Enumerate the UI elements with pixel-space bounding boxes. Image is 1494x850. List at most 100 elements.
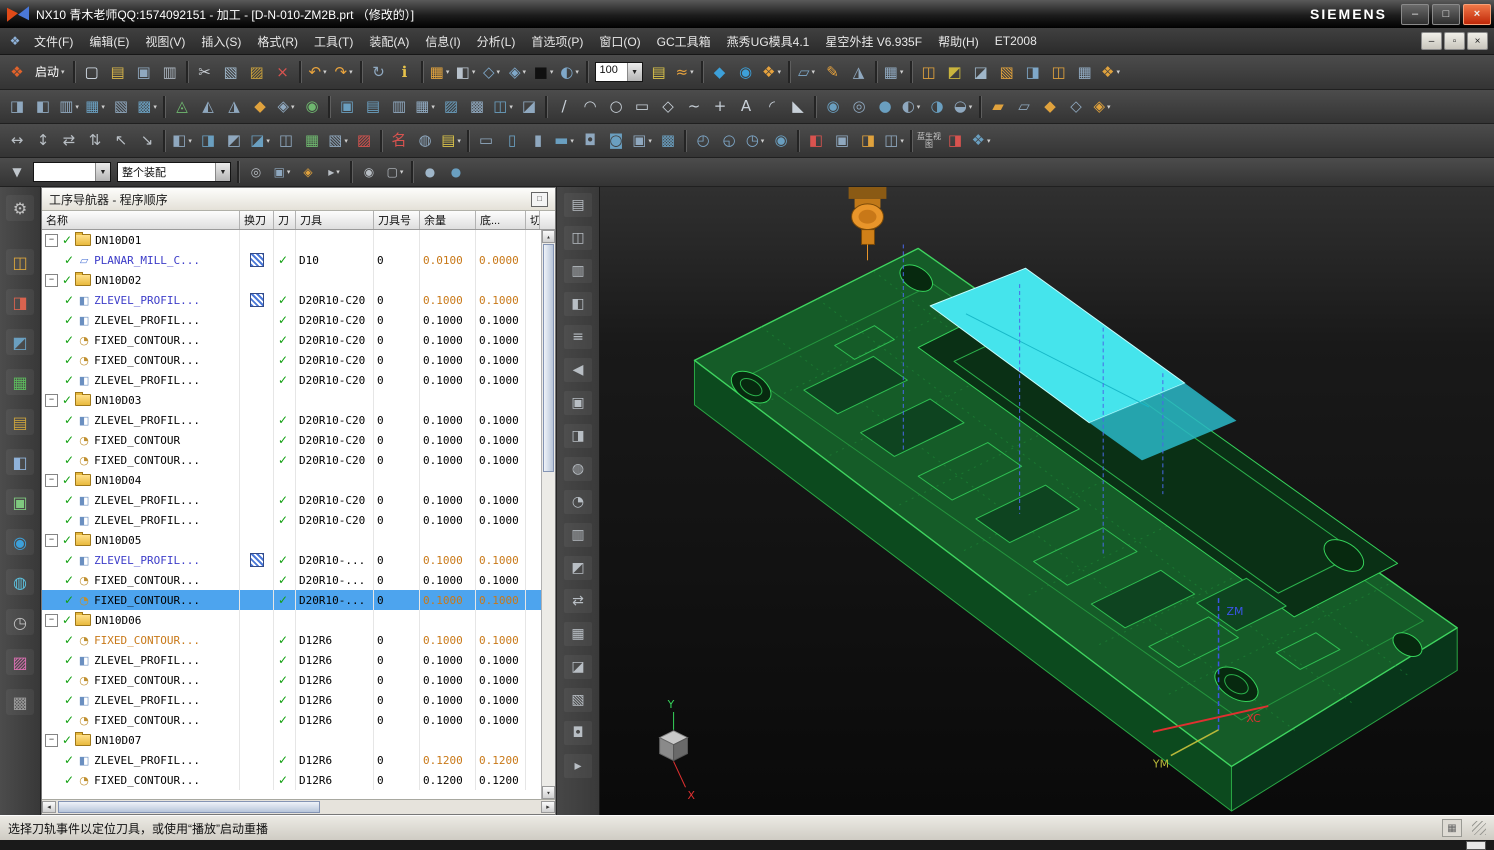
panel-tool-icon-10[interactable]: ▥ <box>564 523 592 547</box>
menu-item[interactable]: 星空外挂 V6.935F <box>817 29 930 54</box>
minimize-button[interactable]: – <box>1401 4 1429 25</box>
web-browser-icon[interactable]: ◍ <box>6 569 34 595</box>
tree-operation-row[interactable]: ✓◧ZLEVEL_PROFIL...✓D20R10-C2000.10000.10… <box>42 510 542 530</box>
operation-navigator-icon[interactable]: ▦ <box>6 369 34 395</box>
menu-item[interactable]: 装配(A) <box>361 29 417 54</box>
holder-icon[interactable]: ▣▾ <box>630 129 654 153</box>
panel-tool-icon-11[interactable]: ◩ <box>564 556 592 580</box>
menu-item[interactable]: 工具(T) <box>306 29 361 54</box>
module-icon-5[interactable]: ◨ <box>1021 60 1045 84</box>
menu-item[interactable]: 文件(F) <box>26 29 81 54</box>
maximize-button[interactable]: □ <box>1432 4 1460 25</box>
panel-tool-icon-8[interactable]: ◍ <box>564 457 592 481</box>
background-color-swatch[interactable]: ■▾ <box>532 60 556 84</box>
rotate-icon[interactable]: ◆ <box>1038 95 1062 119</box>
column-header[interactable]: 换刀 <box>240 211 274 229</box>
template-icon-1[interactable]: ◧ <box>804 129 828 153</box>
repeat-command-icon[interactable]: ↻ <box>367 60 391 84</box>
column-header[interactable]: 刀具 <box>296 211 374 229</box>
template-icon-2[interactable]: ▣ <box>830 129 854 153</box>
tree-operation-row[interactable]: ✓◧ZLEVEL_PROFIL...✓D12R600.10000.1000 <box>42 690 542 710</box>
tree-operation-row[interactable]: ✓◔FIXED_CONTOUR...✓D12R600.10000.1000 <box>42 630 542 650</box>
expander-icon[interactable]: − <box>45 474 58 487</box>
create-tool-icon[interactable]: ◭ <box>196 95 220 119</box>
horizontal-scrollbar[interactable]: ◂ ▸ <box>42 799 555 814</box>
tree-operation-row[interactable]: ✓◔FIXED_CONTOUR...✓D12R600.10000.1000 <box>42 710 542 730</box>
toolpath-list-icon[interactable]: ◫ <box>274 129 298 153</box>
scale-icon[interactable]: ▱ <box>1012 95 1036 119</box>
mdi-minimize-button[interactable]: – <box>1421 32 1442 50</box>
type-filter-combo-caret[interactable]: ▼ <box>95 163 110 181</box>
tree-operation-row[interactable]: ✓◔FIXED_CONTOUR...✓D20R10-C2000.10000.10… <box>42 450 542 470</box>
fit-view-icon[interactable]: ⇅ <box>83 129 107 153</box>
column-header[interactable]: 刀 <box>274 211 296 229</box>
polygon-tool-icon[interactable]: ◇ <box>656 95 680 119</box>
menu-item[interactable]: 插入(S) <box>193 29 249 54</box>
machine-tool-view-icon[interactable]: ▤ <box>6 409 34 435</box>
graphics-window[interactable]: ZM XC YM Y X <box>600 187 1494 815</box>
menu-item[interactable]: 首选项(P) <box>523 29 591 54</box>
vertical-scrollbar[interactable]: ▴ ▾ <box>541 230 555 799</box>
verify-toolpath-icon[interactable]: ▣ <box>335 95 359 119</box>
project-icon[interactable]: ◐▾ <box>899 95 923 119</box>
nx-app-icon[interactable]: ❖ <box>5 60 29 84</box>
interior-selection-icon[interactable]: ▣▾ <box>270 160 294 184</box>
notes-icon[interactable]: ▤▾ <box>439 129 463 153</box>
translate-icon[interactable]: ◇ <box>1064 95 1088 119</box>
fillet-tool-icon[interactable]: ◜ <box>760 95 784 119</box>
offset-icon[interactable]: ● <box>873 95 897 119</box>
navigation-gear-icon[interactable]: ⚙ <box>6 195 34 221</box>
tree-operation-row[interactable]: ✓◧ZLEVEL_PROFIL...✓D12R600.12000.1200 <box>42 750 542 770</box>
start-menu-button[interactable]: 启动▾ <box>31 60 69 84</box>
module-icon-3[interactable]: ◪ <box>969 60 993 84</box>
object-display-icon[interactable]: ◨ <box>5 95 29 119</box>
tree-operation-row[interactable]: ✓◔FIXED_CONTOUR...✓D20R10-...00.10000.10… <box>42 570 542 590</box>
move-layer-icon[interactable]: ▧ <box>109 95 133 119</box>
simulate-icon[interactable]: ▤ <box>361 95 385 119</box>
copy-icon[interactable]: ▧ <box>219 60 243 84</box>
zoom-percent-combo-caret[interactable]: ▼ <box>627 63 642 81</box>
stock-icon[interactable]: ◙ <box>604 129 628 153</box>
menu-item[interactable]: GC工具箱 <box>649 29 719 54</box>
panel-tool-icon-13[interactable]: ▦ <box>564 622 592 646</box>
scroll-left-arrow[interactable]: ◂ <box>42 801 56 813</box>
menu-item[interactable]: 帮助(H) <box>930 29 987 54</box>
orient-top-icon[interactable]: ↖ <box>109 129 133 153</box>
scroll-right-arrow[interactable]: ▸ <box>541 801 555 813</box>
zoom-view-icon[interactable]: ↕ <box>31 129 55 153</box>
range-icon[interactable]: ▬▾ <box>552 129 576 153</box>
sketch-icon[interactable]: ✎ <box>821 60 845 84</box>
highlight-related-icon[interactable]: ◎ <box>244 160 268 184</box>
feed-rates-icon[interactable]: ▩ <box>465 95 489 119</box>
tree-operation-row[interactable]: ✓◧ZLEVEL_PROFIL...✓D20R10-...00.10000.10… <box>42 550 542 570</box>
gouge-check-icon[interactable]: ◩ <box>222 129 246 153</box>
replay-icon[interactable]: ▦ <box>300 129 324 153</box>
module-icon-4[interactable]: ▧ <box>995 60 1019 84</box>
selection-filter-icon[interactable]: ▼ <box>5 160 29 184</box>
expander-icon[interactable]: − <box>45 734 58 747</box>
level-icon[interactable]: ▮ <box>526 129 550 153</box>
tree-operation-row[interactable]: ✓◧ZLEVEL_PROFIL...✓D20R10-C2000.10000.10… <box>42 370 542 390</box>
menu-item[interactable]: 燕秀UG模具4.1 <box>719 29 818 54</box>
save-icon[interactable]: ▣ <box>132 60 156 84</box>
orient-front-icon[interactable]: ↘ <box>135 129 159 153</box>
point-tool-icon[interactable]: + <box>708 95 732 119</box>
tree-operation-row[interactable]: ✓◧ZLEVEL_PROFIL...✓D20R10-C2000.10000.10… <box>42 310 542 330</box>
tree-operation-row[interactable]: ✓◔FIXED_CONTOUR...✓D12R600.12000.1200 <box>42 770 542 790</box>
list-toolpath-icon[interactable]: ▦▾ <box>413 95 437 119</box>
column-header[interactable]: 切 <box>526 211 540 229</box>
line-tool-icon[interactable]: / <box>552 95 576 119</box>
assembly-navigator-icon[interactable]: ◫ <box>6 249 34 275</box>
boundary-icon[interactable]: ▭ <box>474 129 498 153</box>
panel-tool-icon-7[interactable]: ◨ <box>564 424 592 448</box>
array-icon[interactable]: ◈▾ <box>1090 95 1114 119</box>
menu-item[interactable]: 分析(L) <box>469 29 524 54</box>
close-button[interactable]: × <box>1463 4 1491 25</box>
panel-tool-icon-15[interactable]: ▧ <box>564 688 592 712</box>
cut-level-icon[interactable]: ◘ <box>578 129 602 153</box>
tree-group-row[interactable]: −✓DN10D06 <box>42 610 542 630</box>
tree-operation-row[interactable]: ✓▱PLANAR_MILL_C...✓D1000.01000.0000 <box>42 250 542 270</box>
column-header[interactable]: 余量 <box>420 211 476 229</box>
tree-operation-row[interactable]: ✓◧ZLEVEL_PROFIL...✓D20R10-C2000.10000.10… <box>42 490 542 510</box>
tree-group-row[interactable]: −✓DN10D04 <box>42 470 542 490</box>
